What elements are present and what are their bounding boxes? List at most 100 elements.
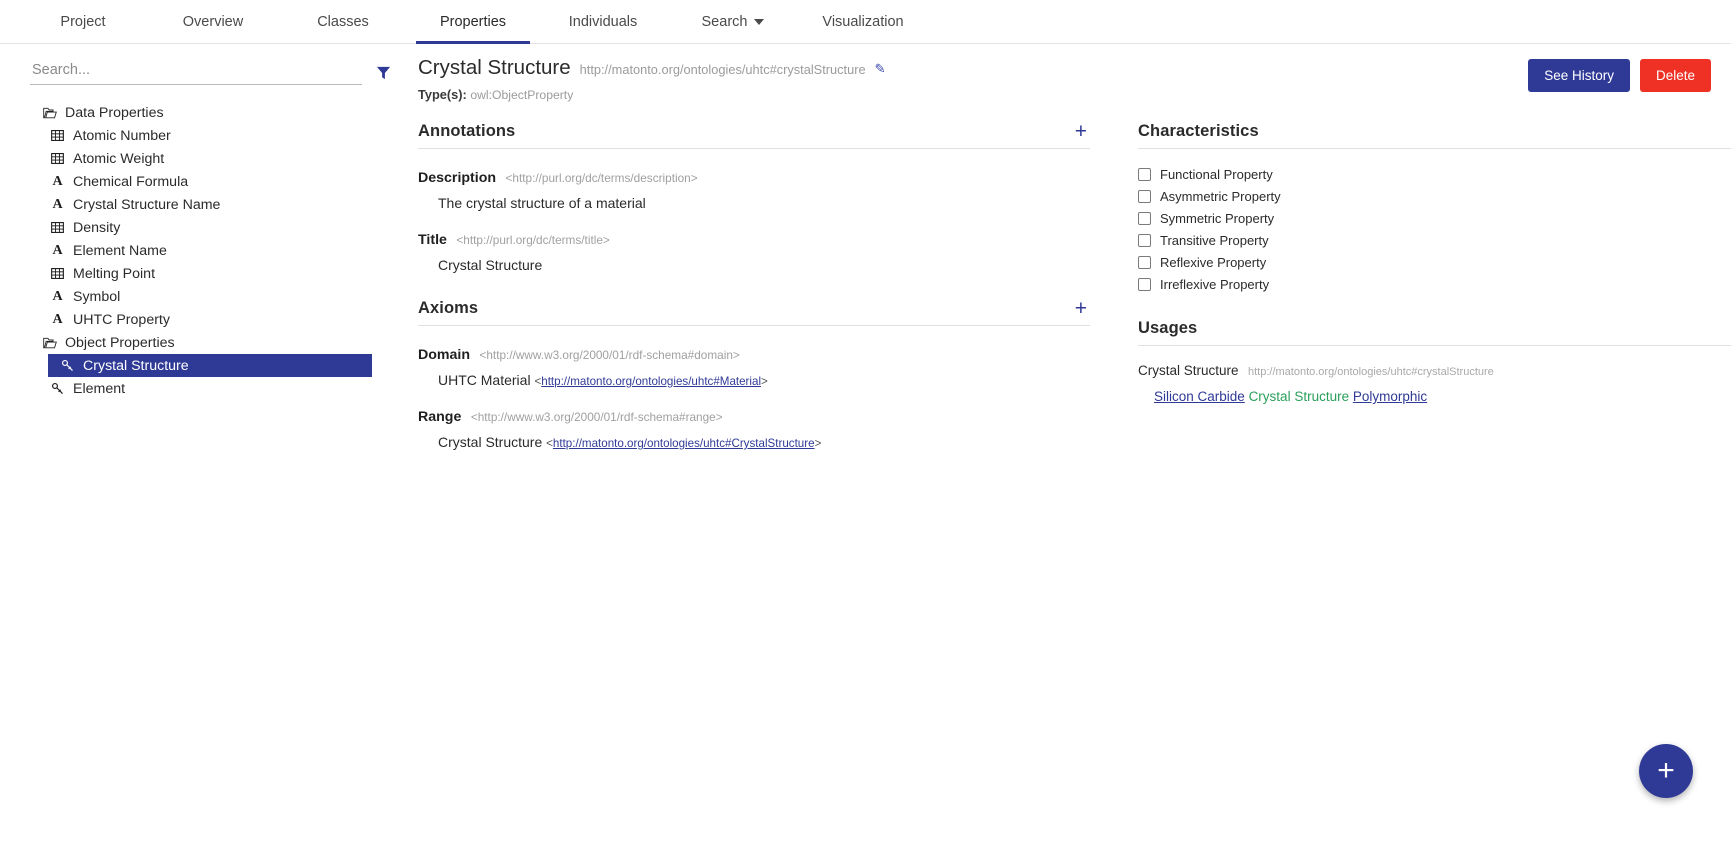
tree-item-label: Crystal Structure: [83, 357, 189, 374]
angle-open: <: [546, 437, 553, 450]
checkbox-functional-property[interactable]: Functional Property: [1138, 163, 1731, 185]
tree-item-atomic-weight[interactable]: Atomic Weight: [30, 147, 394, 170]
tree-group-object-properties[interactable]: Object Properties: [30, 331, 394, 354]
checkbox-asymmetric-property[interactable]: Asymmetric Property: [1138, 185, 1731, 207]
datatype-text-icon: A: [52, 311, 63, 327]
page-title: Crystal Structure: [418, 56, 571, 79]
tree-item-label: Atomic Number: [73, 127, 171, 144]
tree-item-crystal-structure-name[interactable]: A Crystal Structure Name: [30, 193, 394, 216]
tab-project[interactable]: Project: [18, 0, 148, 43]
axiom-label-row: Domain <http://www.w3.org/2000/01/rdf-sc…: [418, 346, 1090, 364]
tab-label: Classes: [317, 13, 369, 30]
tab-label: Individuals: [568, 13, 638, 30]
usages-title: Usages: [1138, 319, 1198, 337]
axiom-value-name: UHTC Material: [438, 372, 531, 388]
entity-types-line: Type(s): owl:ObjectProperty: [418, 87, 1528, 102]
tree-group-data-properties[interactable]: Data Properties: [30, 101, 394, 124]
checkbox-reflexive-property[interactable]: Reflexive Property: [1138, 251, 1731, 273]
usage-predicate-label: Crystal Structure: [1248, 389, 1350, 404]
usage-subject-link[interactable]: Silicon Carbide: [1154, 389, 1245, 404]
angle-close: >: [814, 437, 822, 450]
tree-item-label: Melting Point: [73, 265, 156, 282]
tree-item-label: UHTC Property: [73, 311, 170, 328]
checkbox-symmetric-property[interactable]: Symmetric Property: [1138, 207, 1731, 229]
entity-iri: http://matonto.org/ontologies/uhtc#cryst…: [579, 62, 866, 77]
entity-title-block: Crystal Structure http://matonto.org/ont…: [418, 56, 1528, 102]
usage-object-link[interactable]: Polymorphic: [1353, 389, 1427, 404]
tree-item-element-name[interactable]: A Element Name: [30, 239, 394, 262]
tree-item-label: Chemical Formula: [73, 173, 189, 190]
axiom-value-link[interactable]: http://matonto.org/ontologies/uhtc#Cryst…: [553, 437, 815, 450]
checkbox-box[interactable]: [1138, 167, 1151, 181]
tree-item-chemical-formula[interactable]: A Chemical Formula: [30, 170, 394, 193]
checkbox-label: Transitive Property: [1160, 232, 1269, 248]
tree-item-label: Data Properties: [65, 104, 164, 121]
add-axiom-plus-icon[interactable]: +: [1072, 298, 1090, 319]
tree-item-uhtc-property[interactable]: A UHTC Property: [30, 308, 394, 331]
types-value: owl:ObjectProperty: [470, 88, 574, 102]
tree-item-symbol[interactable]: A Symbol: [30, 285, 394, 308]
search-row: [30, 58, 394, 85]
annotation-value: Crystal Structure: [438, 257, 543, 273]
plus-icon: +: [1657, 754, 1675, 787]
see-history-button[interactable]: See History: [1528, 59, 1630, 92]
checkbox-irreflexive-property[interactable]: Irreflexive Property: [1138, 273, 1731, 295]
axiom-label-row: Range <http://www.w3.org/2000/01/rdf-sch…: [418, 408, 1090, 426]
axiom-iri: <http://www.w3.org/2000/01/rdf-schema#do…: [479, 348, 740, 362]
object-link-icon: [48, 382, 67, 395]
checkbox-label: Reflexive Property: [1160, 254, 1267, 270]
delete-button[interactable]: Delete: [1639, 59, 1711, 92]
characteristics-title: Characteristics: [1138, 122, 1259, 140]
tab-label: Project: [60, 13, 106, 30]
tree-item-label: Crystal Structure Name: [73, 196, 221, 213]
datatype-grid-icon: [48, 152, 67, 165]
tree-item-label: Object Properties: [65, 334, 175, 351]
checkbox-label: Symmetric Property: [1160, 210, 1275, 226]
chevron-down-icon: [754, 18, 765, 25]
tab-visualization[interactable]: Visualization: [798, 0, 928, 43]
checkbox-box[interactable]: [1138, 255, 1151, 269]
property-tree: Data Properties Atomic Number Atomic Wei…: [30, 101, 394, 400]
axiom-value-row: UHTC Material <http://matonto.org/ontolo…: [438, 372, 1090, 388]
search-input[interactable]: [30, 58, 362, 85]
pencil-icon[interactable]: ✎: [875, 61, 886, 77]
tree-item-atomic-number[interactable]: Atomic Number: [30, 124, 394, 147]
annotation-iri: <http://purl.org/dc/terms/description>: [505, 171, 698, 185]
tab-overview[interactable]: Overview: [148, 0, 278, 43]
axiom-value-name: Crystal Structure: [438, 434, 543, 450]
annotation-description: Description <http://purl.org/dc/terms/de…: [418, 169, 1090, 211]
tab-search[interactable]: Search: [668, 0, 798, 43]
axiom-value-link[interactable]: http://matonto.org/ontologies/uhtc#Mater…: [541, 375, 761, 388]
folder-open-icon: [40, 337, 59, 349]
usage-entry: Crystal Structure http://matonto.org/ont…: [1138, 362, 1731, 404]
axiom-domain: Domain <http://www.w3.org/2000/01/rdf-sc…: [418, 346, 1090, 388]
tab-label: Overview: [182, 13, 244, 30]
checkbox-box[interactable]: [1138, 211, 1151, 225]
add-fab-button[interactable]: +: [1639, 744, 1693, 798]
tab-individuals[interactable]: Individuals: [538, 0, 668, 43]
entity-header: Crystal Structure http://matonto.org/ont…: [412, 56, 1731, 102]
annotation-label-row: Description <http://purl.org/dc/terms/de…: [418, 169, 1090, 187]
axiom-label: Domain: [418, 347, 471, 363]
tree-item-density[interactable]: Density: [30, 216, 394, 239]
add-annotation-plus-icon[interactable]: +: [1072, 121, 1090, 142]
tree-item-element[interactable]: Element: [30, 377, 394, 400]
tree-item-crystal-structure[interactable]: Crystal Structure: [48, 354, 372, 377]
filter-funnel-icon[interactable]: [372, 61, 394, 83]
annotation-label-row: Title <http://purl.org/dc/terms/title>: [418, 231, 1090, 249]
tree-item-melting-point[interactable]: Melting Point: [30, 262, 394, 285]
tab-classes[interactable]: Classes: [278, 0, 408, 43]
tab-label: Search: [701, 13, 748, 30]
annotation-label: Description: [418, 170, 497, 186]
checkbox-box[interactable]: [1138, 277, 1151, 291]
folder-open-icon: [40, 107, 59, 119]
checkbox-box[interactable]: [1138, 189, 1151, 203]
checkbox-box[interactable]: [1138, 233, 1151, 247]
checkbox-transitive-property[interactable]: Transitive Property: [1138, 229, 1731, 251]
datatype-text-icon: A: [52, 196, 63, 212]
tab-properties[interactable]: Properties: [408, 0, 538, 44]
tree-item-label: Density: [73, 219, 121, 236]
axiom-label: Range: [418, 409, 462, 425]
angle-close: >: [761, 375, 768, 388]
datatype-text-icon: A: [52, 242, 63, 258]
